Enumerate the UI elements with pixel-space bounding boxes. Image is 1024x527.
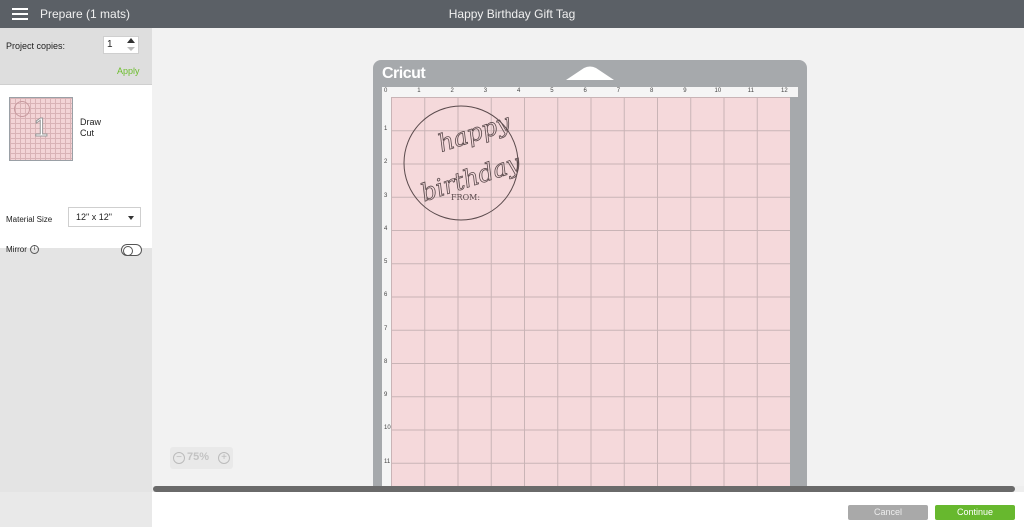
mat-number: 1 xyxy=(33,112,49,143)
mat-handle-icon xyxy=(566,66,614,80)
info-icon[interactable]: i xyxy=(30,245,40,255)
cancel-button[interactable]: Cancel xyxy=(848,505,928,520)
mat-thumbnail[interactable]: 1 xyxy=(9,97,73,161)
zoom-level: 75% xyxy=(187,451,210,463)
ruler-x-label: 3 xyxy=(483,88,488,94)
toggle-knob xyxy=(123,246,133,256)
ruler-x-label: 12 xyxy=(781,88,788,94)
mirror-toggle[interactable] xyxy=(121,244,142,256)
ruler-y-label: 10 xyxy=(384,425,391,432)
top-bar: Prepare (1 mats) Happy Birthday Gift Tag xyxy=(0,0,1024,28)
zoom-in-icon[interactable]: + xyxy=(218,452,230,464)
ruler-y-label: 3 xyxy=(384,192,388,199)
ruler-x-label: 11 xyxy=(747,88,754,94)
ruler-x-label: 5 xyxy=(550,88,554,94)
ruler-y-label: 5 xyxy=(384,259,388,265)
stepper-down-icon[interactable] xyxy=(127,47,135,51)
caret-down-icon xyxy=(128,216,134,220)
ruler-x-label: 6 xyxy=(583,88,587,94)
material-size-value: 12" x 12" xyxy=(76,212,112,222)
ruler-x-label: 8 xyxy=(650,88,654,94)
ruler-x-label: 9 xyxy=(683,88,687,94)
footer-sidebar-strip xyxy=(0,492,152,527)
zoom-out-icon[interactable]: − xyxy=(173,452,185,464)
ruler-x-label: 10 xyxy=(714,88,722,94)
ruler-y-label: 9 xyxy=(384,392,388,398)
mirror-label: Mirror i xyxy=(6,245,40,255)
continue-button[interactable]: Continue xyxy=(935,505,1015,520)
ruler-y-label: 4 xyxy=(384,225,388,232)
mat-mode-draw: Draw xyxy=(80,117,102,127)
ruler-y-label: 6 xyxy=(384,292,388,299)
ruler-x-label: 0 xyxy=(384,88,388,94)
ruler-top xyxy=(382,87,798,97)
ruler-y-label: 7 xyxy=(384,325,388,332)
gift-tag-design[interactable]: happy birthday FROM: xyxy=(391,97,531,227)
mat-mode-cut: Cut xyxy=(80,128,95,138)
project-copies-panel: Project copies: 1 Apply xyxy=(0,28,152,85)
apply-button[interactable]: Apply xyxy=(117,66,140,76)
cricut-logo: Cricut xyxy=(382,65,426,82)
project-copies-label: Project copies: xyxy=(6,41,66,51)
tag-text-from: FROM: xyxy=(451,193,480,202)
tag-text-happy: happy xyxy=(435,108,514,158)
project-title: Happy Birthday Gift Tag xyxy=(448,7,576,21)
copies-stepper xyxy=(125,37,137,53)
mat-list: 1 Draw Cut Material Size 12" x 12" Mirro… xyxy=(0,85,152,256)
ruler-y-label: 2 xyxy=(384,159,388,166)
sidebar: Project copies: 1 Apply 1 Draw Cut Mater… xyxy=(0,28,152,527)
material-size-select[interactable]: 12" x 12" xyxy=(68,207,141,227)
ruler-y-label: 8 xyxy=(384,358,388,365)
stepper-up-icon[interactable] xyxy=(127,38,135,43)
ruler-x-label: 2 xyxy=(450,88,454,94)
mirror-label-text: Mirror xyxy=(6,245,27,254)
ruler-x-label: 4 xyxy=(517,88,521,94)
footer-bar: Cancel Continue xyxy=(0,492,1024,527)
ruler-x-label: 7 xyxy=(616,88,621,94)
ruler-x-label: 1 xyxy=(417,88,421,94)
zoom-control: − 75% + xyxy=(170,447,233,469)
material-size-label: Material Size xyxy=(6,215,53,224)
ruler-y-label: 11 xyxy=(384,458,391,465)
ruler-y-label: 1 xyxy=(384,126,388,132)
